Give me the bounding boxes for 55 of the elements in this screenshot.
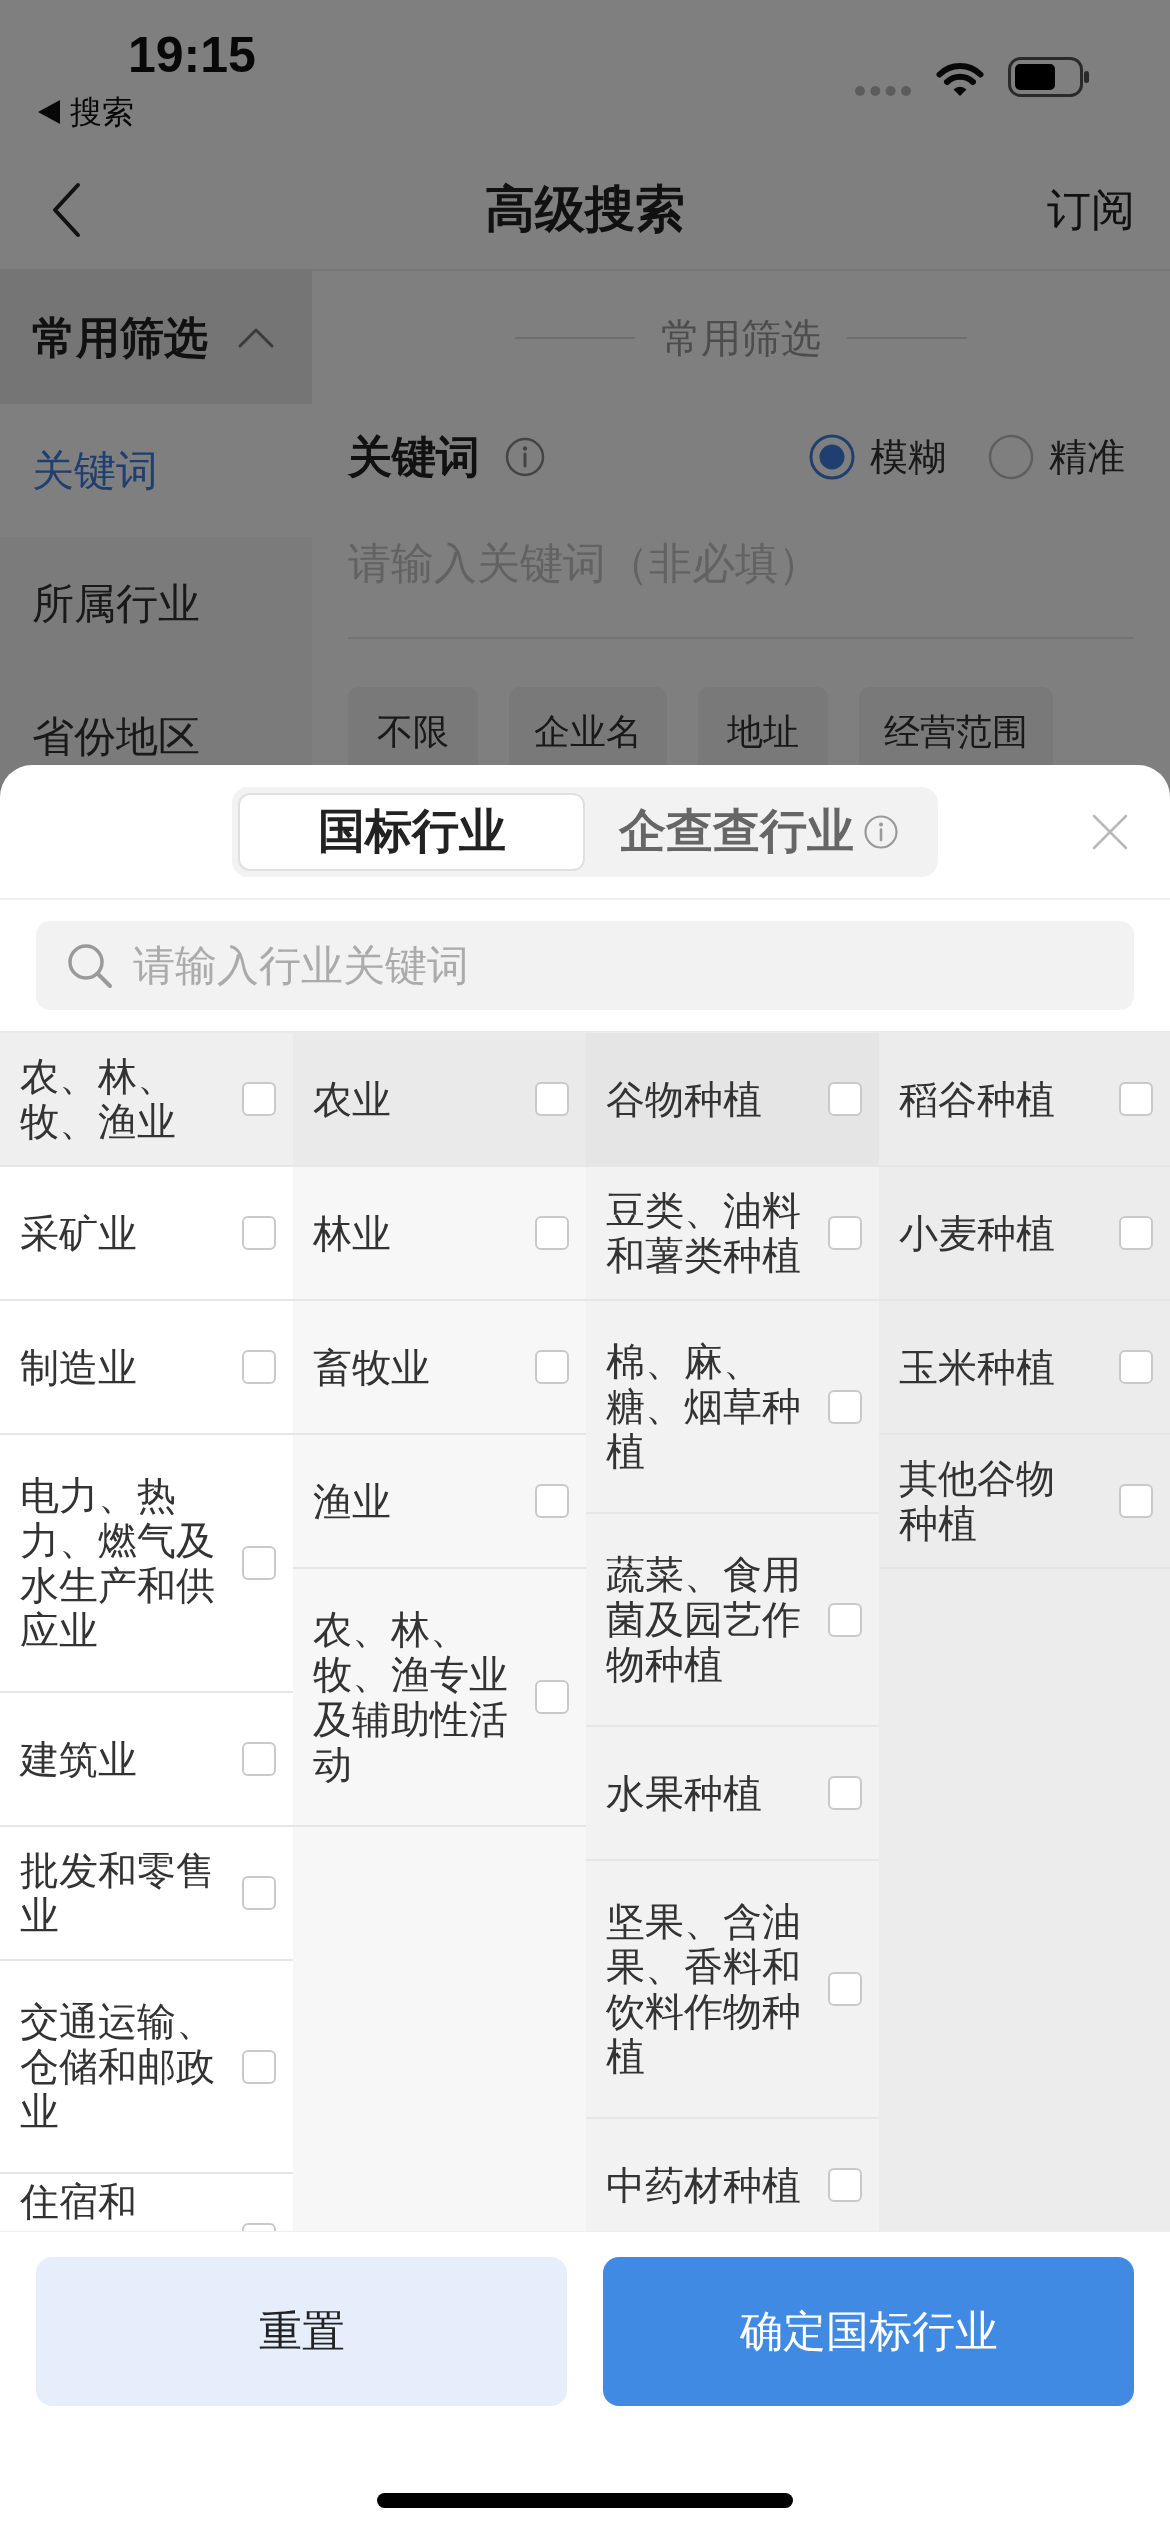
back-icon[interactable] [50, 181, 82, 238]
page-title: 高级搜索 [485, 180, 685, 239]
checkbox[interactable] [242, 2049, 276, 2084]
checkbox[interactable] [535, 1680, 569, 1714]
checkbox[interactable] [535, 1350, 569, 1384]
wifi-icon [936, 61, 984, 97]
industry-option[interactable]: 谷物种植 [586, 1033, 879, 1167]
checkbox[interactable] [242, 1082, 276, 1116]
checkbox[interactable] [828, 2168, 862, 2202]
confirm-button[interactable]: 确定国标行业 [603, 2257, 1134, 2406]
industry-option[interactable]: 稻谷种植 [879, 1033, 1170, 1167]
checkbox[interactable] [828, 1389, 862, 1424]
checkbox[interactable] [242, 1546, 276, 1580]
sidebar-item[interactable]: 所属行业 [0, 537, 312, 670]
checkbox[interactable] [535, 1484, 569, 1518]
checkbox[interactable] [828, 1972, 862, 2006]
industry-option[interactable]: 小麦种植 [879, 1167, 1170, 1301]
close-icon[interactable] [1092, 813, 1128, 850]
match-mode-option[interactable]: 精准 [988, 428, 1125, 486]
status-time: 19:15 [128, 30, 256, 80]
reset-button[interactable]: 重置 [36, 2257, 567, 2406]
industry-option[interactable]: 玉米种植 [879, 1301, 1170, 1435]
industry-option[interactable]: 其他谷物种植 [879, 1435, 1170, 1569]
industry-tab[interactable]: 企查查行业 [585, 792, 932, 871]
checkbox[interactable] [1119, 1350, 1153, 1384]
radio-icon[interactable] [988, 434, 1034, 480]
checkbox[interactable] [1119, 1216, 1153, 1250]
subscribe-button[interactable]: 订阅 [1047, 176, 1135, 243]
industry-option[interactable]: 农业 [293, 1033, 586, 1167]
checkbox[interactable] [535, 1082, 569, 1116]
back-triangle-icon [38, 100, 60, 124]
signal-dots-icon [854, 85, 912, 97]
radio-selected-icon[interactable] [809, 434, 855, 480]
industry-option[interactable]: 农、林、牧、渔业 [0, 1033, 293, 1167]
battery-icon [1008, 57, 1090, 97]
search-icon [67, 943, 113, 989]
keyword-label: 关键词 [348, 431, 480, 483]
checkbox[interactable] [1119, 1082, 1153, 1116]
checkbox[interactable] [828, 1216, 862, 1250]
checkbox[interactable] [828, 1082, 862, 1116]
checkbox[interactable] [242, 1742, 276, 1776]
back-to-app-link[interactable]: 搜索 [38, 92, 134, 132]
checkbox[interactable] [828, 1776, 862, 1810]
checkbox[interactable] [242, 1876, 276, 1910]
industry-tab[interactable]: 国标行业 [238, 792, 585, 871]
info-icon[interactable] [505, 437, 545, 477]
info-icon[interactable] [864, 814, 898, 849]
checkbox[interactable] [1119, 1484, 1153, 1518]
checkbox[interactable] [242, 1350, 276, 1384]
checkbox[interactable] [242, 1216, 276, 1250]
checkbox[interactable] [828, 1602, 862, 1637]
search-field[interactable]: 请输入行业关键词 [36, 921, 1134, 1010]
match-mode-option[interactable]: 模糊 [809, 428, 946, 486]
checkbox[interactable] [535, 1216, 569, 1250]
sidebar-group-header[interactable]: 常用筛选 [0, 271, 312, 404]
